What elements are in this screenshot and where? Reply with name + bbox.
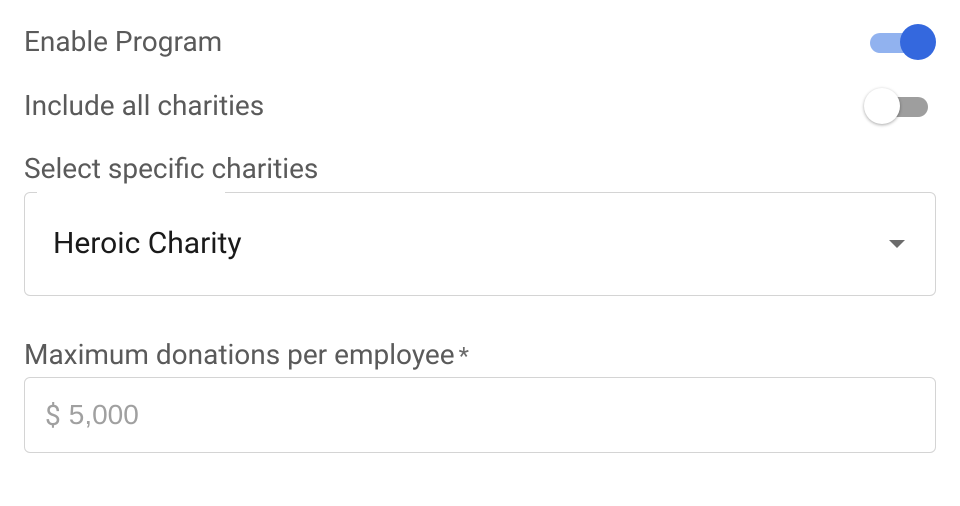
charity-select-value: Heroic Charity — [53, 226, 242, 261]
max-donation-label: Maximum donations per employee — [24, 338, 455, 372]
enable-program-toggle[interactable] — [864, 24, 936, 60]
include-all-charities-row: Include all charities — [24, 88, 936, 124]
required-asterisk: * — [459, 342, 469, 371]
include-all-charities-toggle[interactable] — [864, 88, 936, 124]
enable-program-label: Enable Program — [24, 25, 222, 59]
select-notch — [37, 192, 225, 193]
chevron-down-icon — [889, 240, 905, 248]
select-charities-label: Select specific charities — [24, 152, 936, 186]
currency-prefix: $ — [45, 399, 61, 432]
program-settings-form: Enable Program Include all charities Sel… — [24, 24, 936, 453]
toggle-thumb — [864, 88, 900, 124]
include-all-charities-label: Include all charities — [24, 89, 264, 123]
toggle-thumb — [900, 24, 936, 60]
max-donation-input[interactable] — [69, 399, 915, 431]
enable-program-row: Enable Program — [24, 24, 936, 60]
charity-select[interactable]: Heroic Charity — [24, 192, 936, 296]
max-donation-input-wrapper[interactable]: $ — [24, 377, 936, 453]
max-donation-label-row: Maximum donations per employee * — [24, 338, 936, 372]
